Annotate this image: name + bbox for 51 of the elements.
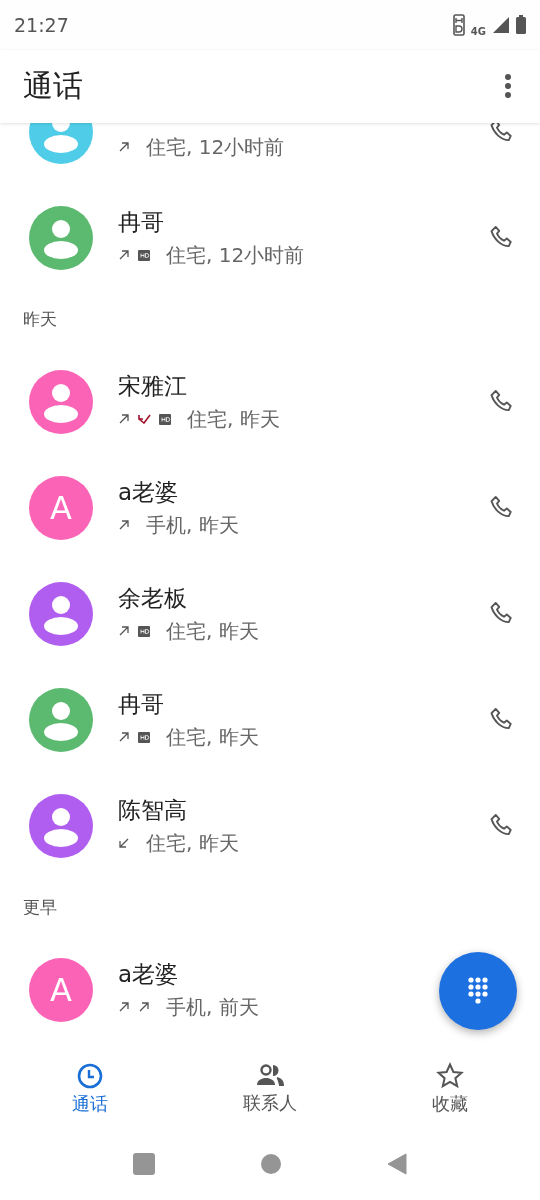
contact-avatar: A [29, 475, 93, 540]
outgoing-arrow-icon [118, 413, 130, 426]
call-details: 手机, 昨天 [146, 511, 239, 539]
outgoing-arrow-icon [118, 249, 130, 262]
dialpad-button[interactable] [439, 952, 517, 1030]
more-options-icon[interactable] [504, 73, 512, 100]
contact-name[interactable]: a老婆 [118, 476, 179, 508]
outgoing-arrow-icon [118, 141, 130, 154]
outgoing-arrow-icon [138, 1001, 150, 1014]
contact-avatar: A [29, 957, 93, 1022]
incoming-arrow-icon [118, 837, 130, 850]
call-details: 住宅, 昨天 [146, 829, 239, 857]
call-details: 住宅, 昨天 [166, 617, 259, 645]
contact-name[interactable]: 余老板 [118, 582, 187, 614]
missed-call-icon [138, 414, 151, 425]
hd-badge-icon [138, 625, 150, 637]
signal-icon [492, 15, 510, 34]
outgoing-arrow-icon [118, 519, 130, 532]
back-icon[interactable] [387, 1152, 407, 1175]
section-header: 更早 [23, 896, 57, 920]
nav-tab[interactable]: 联系人 [215, 1062, 325, 1115]
section-header: 昨天 [23, 308, 57, 332]
hd-badge-icon [138, 249, 150, 261]
call-details: 住宅, 昨天 [166, 723, 259, 751]
recents-icon[interactable] [133, 1152, 155, 1175]
hd-voice-icon [452, 13, 465, 36]
contact-name[interactable]: a老婆 [118, 958, 179, 990]
outgoing-arrow-icon [118, 1001, 130, 1014]
clock-icon [76, 1061, 104, 1090]
contact-name[interactable]: 冉哥 [118, 206, 164, 238]
contact-name[interactable]: 宋雅江 [118, 370, 187, 402]
contact-name[interactable]: 陈智高 [118, 794, 187, 826]
outgoing-arrow-icon [118, 625, 130, 638]
network-type: 4G [470, 26, 486, 38]
battery-icon [516, 15, 526, 35]
nav-tab[interactable]: 通话 [35, 1061, 145, 1116]
call-details: 住宅, 12小时前 [146, 133, 285, 161]
hd-badge-icon [138, 731, 150, 743]
contact-name[interactable]: 冉哥 [118, 688, 164, 720]
call-details: 住宅, 昨天 [187, 405, 280, 433]
people-icon [255, 1062, 285, 1089]
home-icon[interactable] [260, 1152, 282, 1175]
call-details: 住宅, 12小时前 [166, 241, 305, 269]
star-icon [436, 1061, 464, 1090]
app-title: 通话 [23, 66, 83, 105]
status-time: 21:27 [14, 13, 69, 36]
dialpad-icon [467, 976, 489, 1006]
call-details: 手机, 前天 [166, 993, 259, 1021]
hd-badge-icon [159, 413, 171, 425]
nav-tab[interactable]: 收藏 [395, 1061, 505, 1116]
outgoing-arrow-icon [118, 731, 130, 744]
